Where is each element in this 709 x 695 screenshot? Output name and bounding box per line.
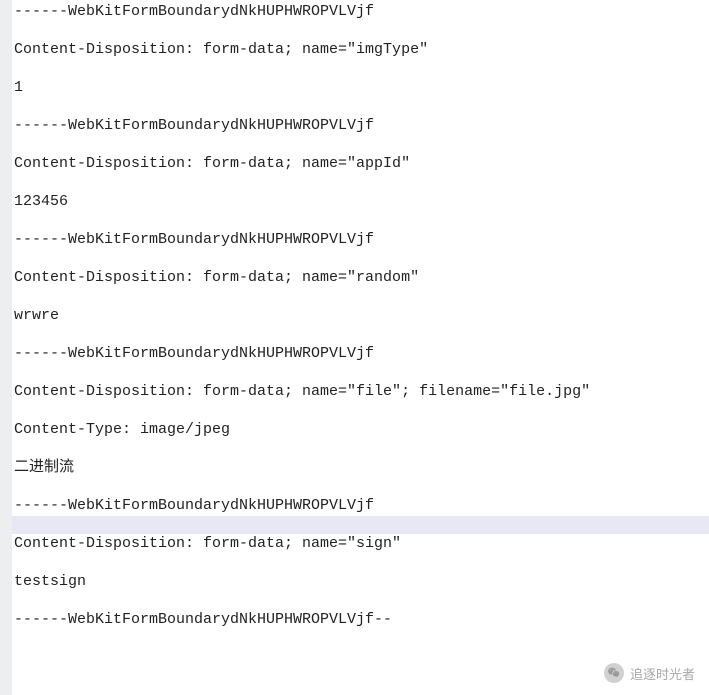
code-line: wrwre <box>14 306 709 326</box>
code-line <box>14 136 709 154</box>
wechat-icon <box>604 663 624 683</box>
code-line: 123456 <box>14 192 709 212</box>
code-line: Content-Disposition: form-data; name="ap… <box>14 154 709 174</box>
code-line: Content-Disposition: form-data; name="si… <box>14 534 709 554</box>
code-line: ------WebKitFormBoundarydNkHUPHWROPVLVjf… <box>14 610 709 630</box>
code-line <box>14 440 709 458</box>
code-line <box>14 212 709 230</box>
code-line: Content-Disposition: form-data; name="fi… <box>14 382 709 402</box>
code-line <box>14 326 709 344</box>
code-line: ------WebKitFormBoundarydNkHUPHWROPVLVjf <box>14 496 709 516</box>
code-line: testsign <box>14 572 709 592</box>
watermark-text: 追逐时光者 <box>630 664 695 683</box>
code-line <box>14 98 709 116</box>
code-line <box>14 364 709 382</box>
code-line: Content-Disposition: form-data; name="ra… <box>14 268 709 288</box>
code-line: 二进制流 <box>14 458 709 478</box>
code-line: ------WebKitFormBoundarydNkHUPHWROPVLVjf <box>14 116 709 136</box>
code-line <box>14 250 709 268</box>
code-line <box>14 288 709 306</box>
code-line <box>14 402 709 420</box>
watermark: 追逐时光者 <box>604 663 695 683</box>
code-line <box>14 60 709 78</box>
line-gutter <box>0 0 12 695</box>
code-line: 1 <box>14 78 709 98</box>
code-line <box>14 22 709 40</box>
code-line: Content-Disposition: form-data; name="im… <box>14 40 709 60</box>
code-line <box>14 174 709 192</box>
code-line: ------WebKitFormBoundarydNkHUPHWROPVLVjf <box>14 2 709 22</box>
code-line <box>14 554 709 572</box>
code-line <box>14 478 709 496</box>
code-content: ------WebKitFormBoundarydNkHUPHWROPVLVjf… <box>0 0 709 630</box>
code-line <box>14 592 709 610</box>
code-line: ------WebKitFormBoundarydNkHUPHWROPVLVjf <box>14 230 709 250</box>
code-line <box>12 516 709 534</box>
code-line: ------WebKitFormBoundarydNkHUPHWROPVLVjf <box>14 344 709 364</box>
code-line: Content-Type: image/jpeg <box>14 420 709 440</box>
